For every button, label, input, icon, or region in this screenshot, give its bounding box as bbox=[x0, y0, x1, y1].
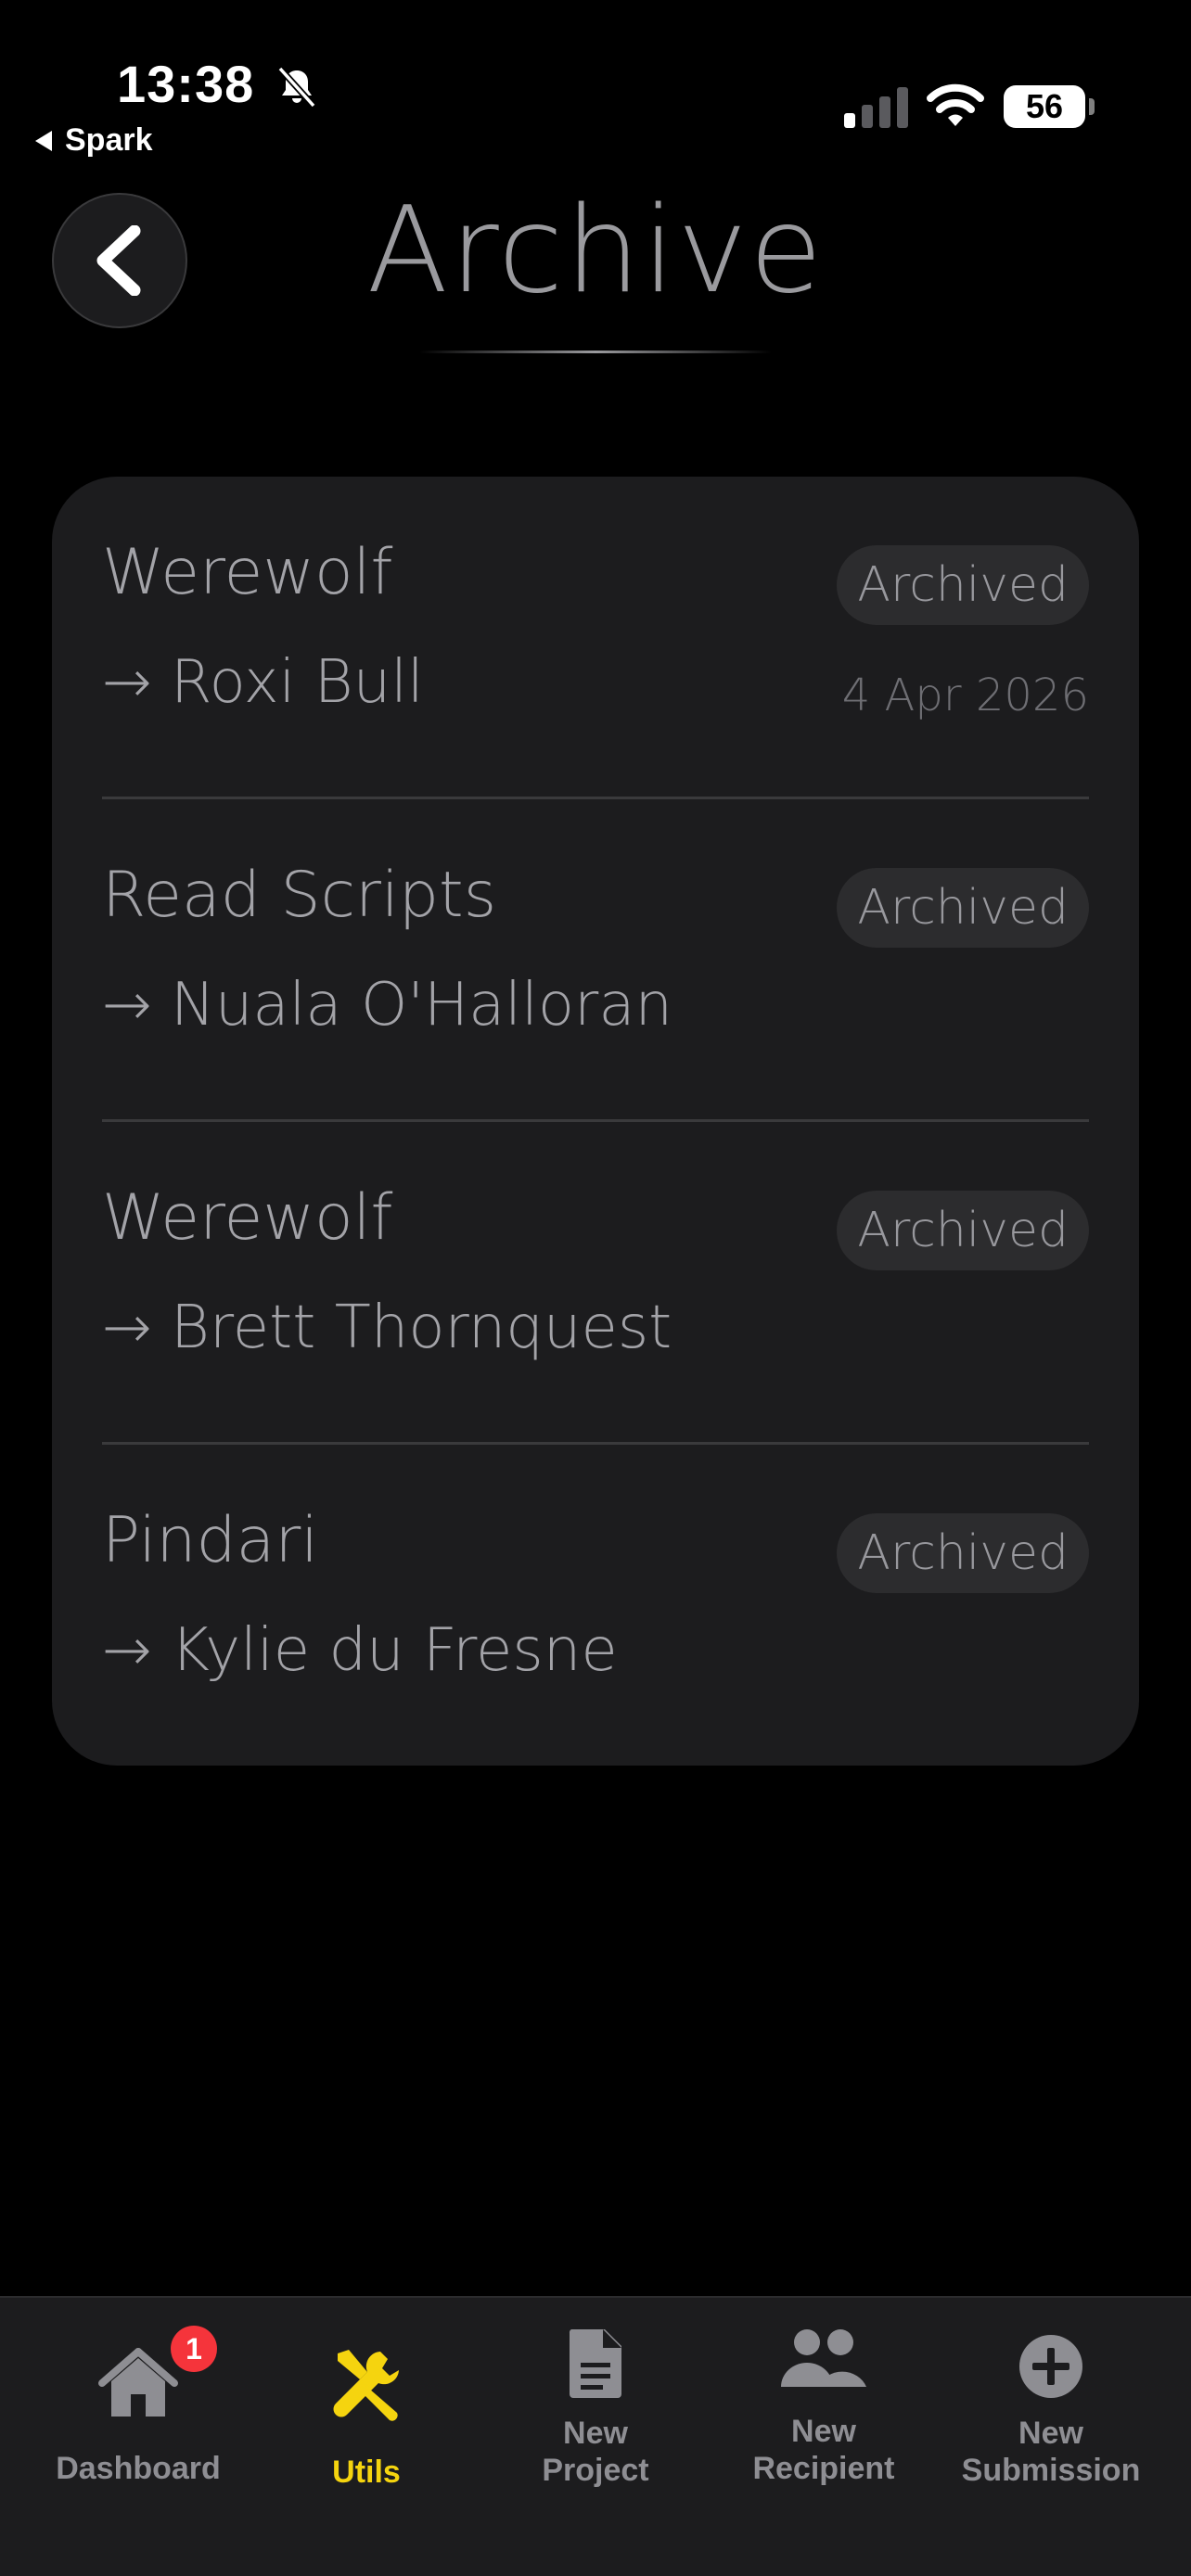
wifi-icon bbox=[927, 83, 984, 126]
recipient-name: → Nuala O'Halloran bbox=[102, 971, 673, 1039]
house-icon bbox=[98, 2348, 178, 2417]
bell-slash-icon bbox=[277, 66, 316, 108]
archive-item[interactable]: Pindari Archived → Kylie du Fresne bbox=[102, 1445, 1089, 1767]
tab-new-project[interactable]: New Project bbox=[481, 2298, 710, 2539]
people-icon bbox=[781, 2329, 866, 2387]
recipient-name: → Roxi Bull bbox=[102, 648, 424, 717]
archive-item[interactable]: Read Scripts Archived → Nuala O'Halloran bbox=[102, 799, 1089, 1122]
tab-utils-label: Utils bbox=[332, 2455, 401, 2490]
tab-new-submission[interactable]: New Submission bbox=[937, 2298, 1165, 2539]
archive-item[interactable]: Werewolf Archived → Brett Thornquest bbox=[102, 1122, 1089, 1445]
status-badge: Archived bbox=[837, 1513, 1089, 1593]
status-badge: Archived bbox=[837, 545, 1089, 625]
project-name: Read Scripts bbox=[102, 859, 497, 932]
tab-utils[interactable]: Utils bbox=[252, 2298, 480, 2539]
tab-bar: 1 Dashboard Utils New Project New Recipi… bbox=[0, 2296, 1191, 2576]
archive-list: Werewolf Archived → Roxi Bull 4 Apr 2026… bbox=[52, 477, 1139, 1766]
back-to-app-label: Spark bbox=[65, 122, 153, 158]
battery-nub bbox=[1089, 98, 1095, 115]
status-badge: Archived bbox=[837, 1191, 1089, 1270]
cellular-signal-icon bbox=[844, 87, 908, 128]
battery-level: 56 bbox=[1025, 87, 1064, 125]
project-name: Werewolf bbox=[102, 1181, 393, 1255]
project-name: Pindari bbox=[102, 1504, 319, 1577]
item-date: 4 Apr 2026 bbox=[841, 670, 1089, 721]
tab-dashboard[interactable]: 1 Dashboard bbox=[24, 2298, 252, 2539]
back-triangle-icon bbox=[35, 130, 52, 151]
tab-new-recipient[interactable]: New Recipient bbox=[710, 2298, 938, 2539]
back-to-app-link[interactable]: Spark bbox=[35, 122, 153, 159]
status-badge: Archived bbox=[837, 868, 1089, 948]
wrench-screwdriver-icon bbox=[333, 2350, 399, 2421]
tab-new-recipient-label: New Recipient bbox=[752, 2414, 895, 2486]
plus-circle-icon bbox=[1019, 2335, 1082, 2398]
archive-item[interactable]: Werewolf Archived → Roxi Bull 4 Apr 2026 bbox=[102, 477, 1089, 799]
document-icon bbox=[569, 2329, 621, 2398]
tab-new-submission-label: New Submission bbox=[961, 2416, 1141, 2488]
tab-dashboard-label: Dashboard bbox=[56, 2451, 221, 2486]
battery-indicator: 56 bbox=[1004, 85, 1085, 128]
notification-badge: 1 bbox=[171, 2326, 217, 2372]
project-name: Werewolf bbox=[102, 536, 393, 609]
page-title: Archive bbox=[366, 182, 825, 320]
status-time: 13:38 bbox=[117, 55, 255, 113]
title-underline bbox=[419, 351, 772, 353]
recipient-name: → Brett Thornquest bbox=[102, 1294, 672, 1362]
tab-new-project-label: New Project bbox=[542, 2416, 649, 2488]
recipient-name: → Kylie du Fresne bbox=[102, 1616, 618, 1685]
